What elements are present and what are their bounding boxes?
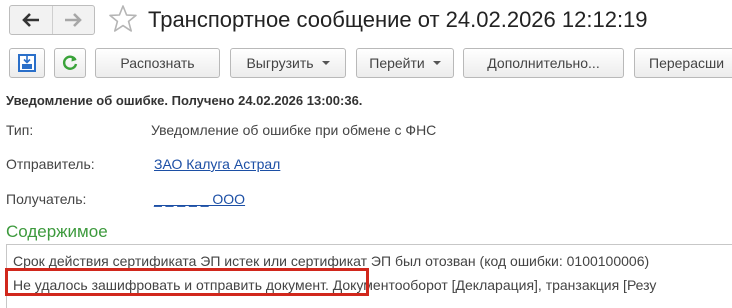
sender-link[interactable]: ЗАО Калуга Астрал <box>154 156 280 172</box>
more-button[interactable]: Дополнительно... <box>463 48 624 78</box>
save-to-disk-icon <box>18 54 36 72</box>
page-title: Транспортное сообщение от 24.02.2026 12:… <box>148 7 648 32</box>
back-button[interactable] <box>10 6 52 34</box>
refresh-button[interactable] <box>54 48 86 78</box>
refresh-icon <box>62 55 78 70</box>
recognize-label: Распознать <box>120 55 195 71</box>
more-label: Дополнительно... <box>487 55 600 71</box>
recipient-link[interactable]: _ _ _ _ _ ООО <box>154 191 245 207</box>
resend-label: Перерасши <box>649 55 725 71</box>
content-section-heading: Содержимое <box>6 222 108 241</box>
star-outline-icon[interactable] <box>107 3 139 35</box>
history-nav <box>9 5 95 35</box>
save-button[interactable] <box>9 48 45 78</box>
recipient-label: Получатель: <box>6 191 87 207</box>
chevron-down-icon <box>321 61 330 65</box>
chevron-down-icon <box>432 61 441 65</box>
resend-button[interactable]: Перерасши <box>634 48 732 78</box>
highlighted-error-text: Не удалось зашифровать и отправить докум… <box>13 277 329 293</box>
type-label: Тип: <box>6 122 34 138</box>
forward-button[interactable] <box>51 6 95 34</box>
goto-label: Перейти <box>369 55 425 71</box>
type-value: Уведомление об ошибке при обмене с ФНС <box>151 122 437 138</box>
content-text-area[interactable]: Срок действия сертификата ЭП истек или с… <box>6 244 732 308</box>
content-line-2-rest: Документооборот [Декларация], транзакция… <box>328 277 657 293</box>
sender-label: Отправитель: <box>6 156 95 172</box>
arrow-left-icon <box>21 13 39 27</box>
export-dropdown-button[interactable]: Выгрузить <box>230 48 346 78</box>
arrow-right-icon <box>65 13 83 27</box>
export-label: Выгрузить <box>246 55 314 71</box>
recognize-button[interactable]: Распознать <box>95 48 220 78</box>
content-line-2: Не удалось зашифровать и отправить докум… <box>13 277 656 293</box>
content-line-1: Срок действия сертификата ЭП истек или с… <box>13 253 650 269</box>
goto-dropdown-button[interactable]: Перейти <box>356 48 454 78</box>
error-notice-header: Уведомление об ошибке. Получено 24.02.20… <box>6 93 363 108</box>
